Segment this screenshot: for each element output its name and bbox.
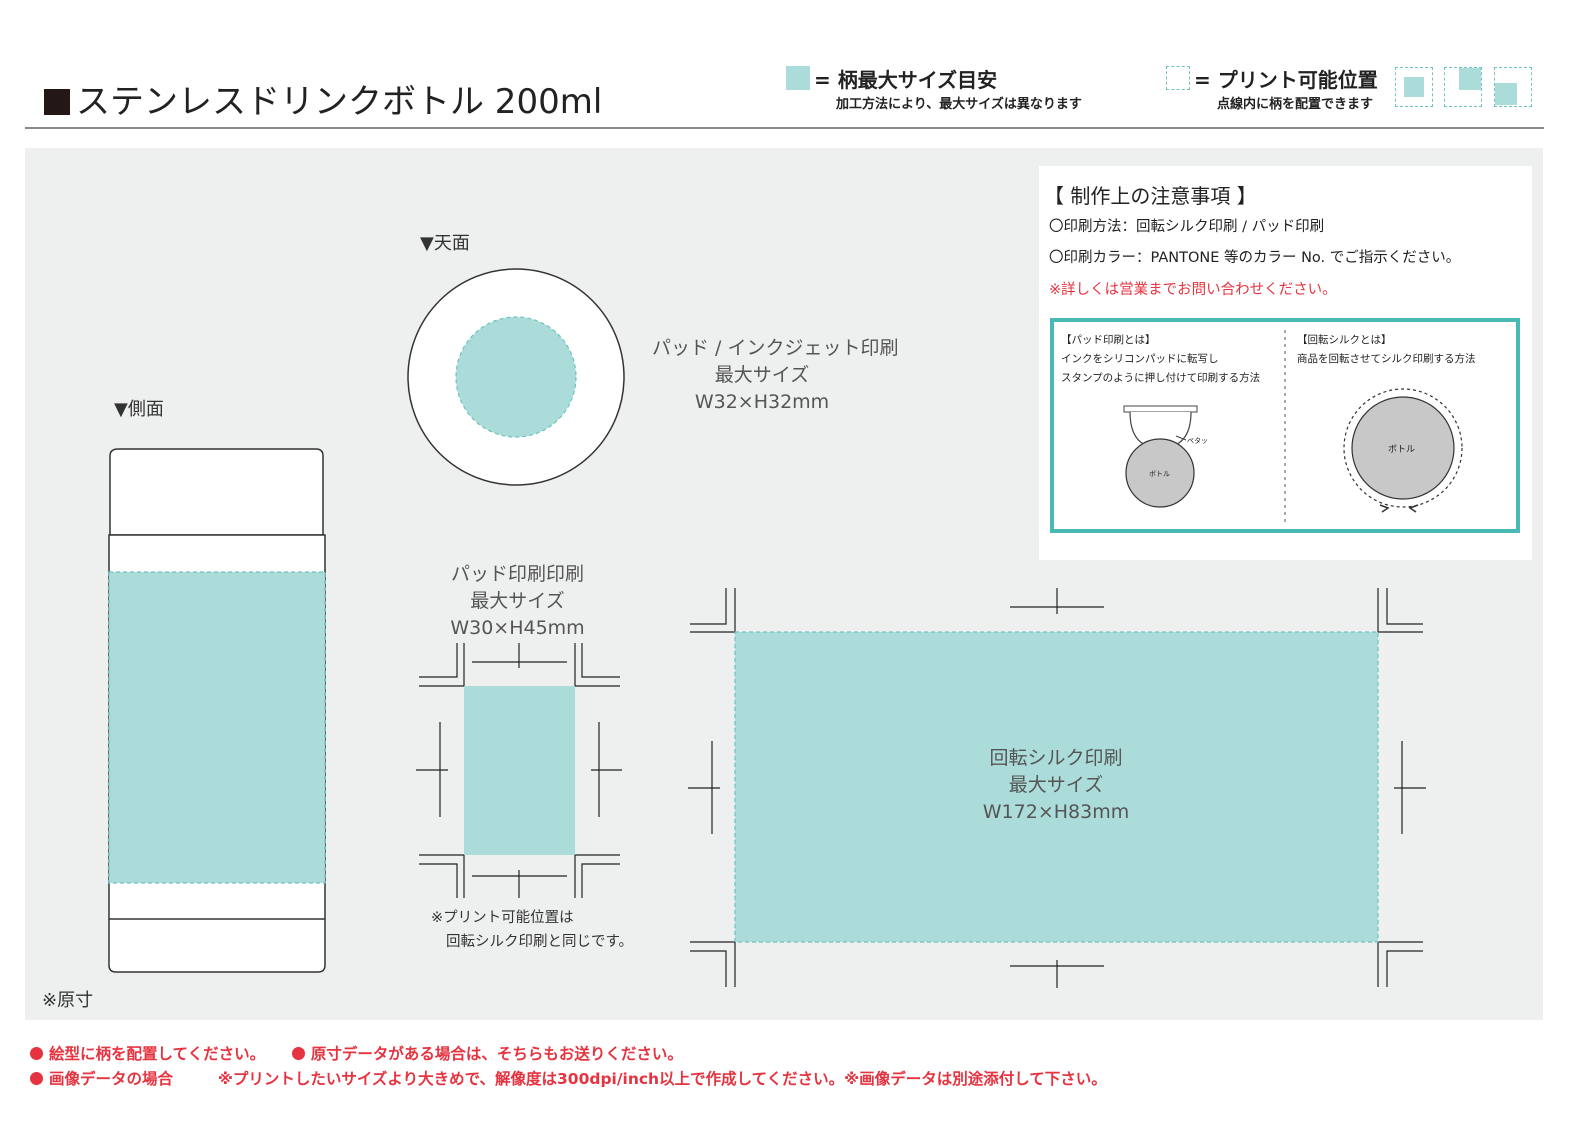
bullet-icon — [30, 1072, 43, 1085]
method-illustrations — [1123, 330, 1463, 525]
pad-illustration — [1123, 405, 1198, 508]
footer-line-2: 画像データの場合 ※プリントしたいサイズより大きめで、解像度は300dpi/in… — [30, 1067, 1107, 1089]
pad-tag: ペタッ — [1187, 437, 1208, 445]
silk-explainer-text: 【回転シルクとは】 商品を回転させてシルク印刷する方法 — [1297, 334, 1476, 365]
bullet-icon — [291, 1047, 305, 1060]
pad-bottle-label: ボトル — [1149, 470, 1170, 478]
bullet-icon — [30, 1047, 43, 1060]
silk-bottle-label: ボトル — [1388, 445, 1416, 455]
pad-explainer-text: 【パッド印刷とは】 インクをシリコンパッドに転写し スタンプのように押し付けて印… — [1061, 334, 1261, 384]
footer-line-1: 絵型に柄を配置してください。 原寸データがある場合は、そちらもお送りください。 — [30, 1042, 683, 1064]
